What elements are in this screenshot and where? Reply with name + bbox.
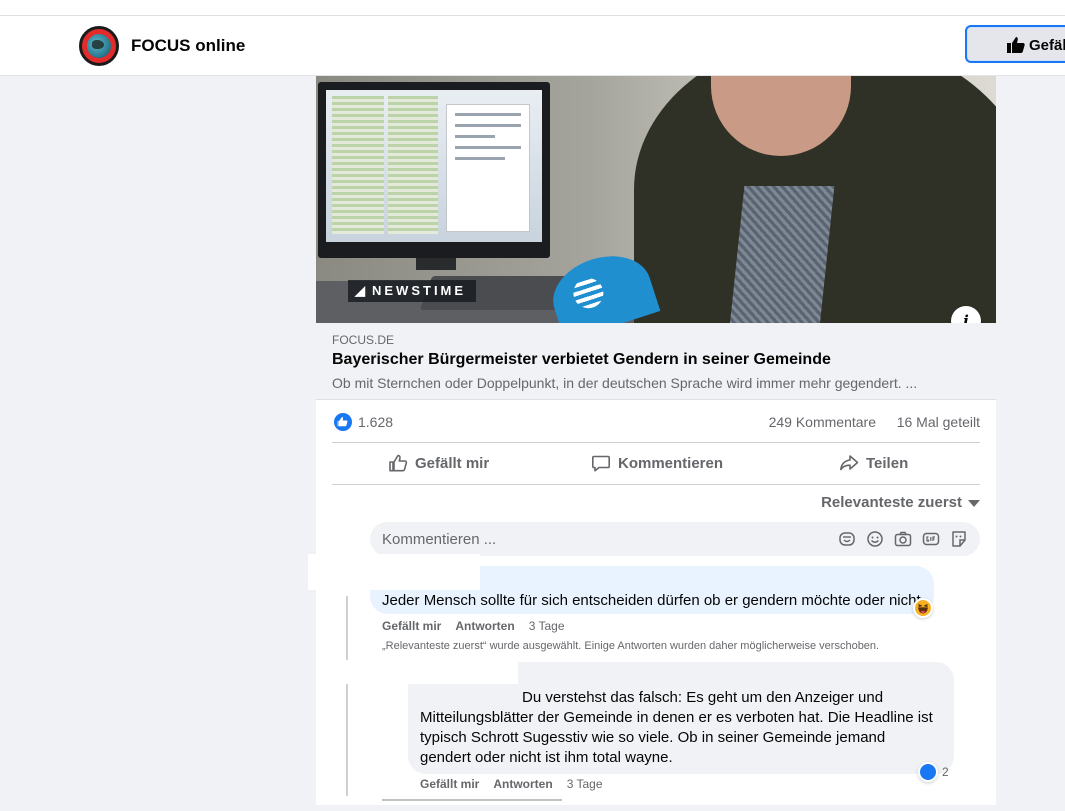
page-like-button[interactable]: Gefäll <box>965 25 1065 63</box>
divider <box>332 442 980 443</box>
reply-meta: Gefällt mir Antworten 3 Tage <box>420 777 603 791</box>
comment-input[interactable] <box>370 522 810 556</box>
newstime-logo: ◢ NEWSTIME <box>348 280 476 302</box>
sticker-icon[interactable] <box>838 530 856 548</box>
comment-meta: Gefällt mir Antworten 3 Tage <box>382 619 565 633</box>
share-arrow-icon <box>840 455 859 471</box>
link-headline[interactable]: Bayerischer Bürgermeister verbietet Gend… <box>332 351 831 369</box>
post-actions: Gefällt mir Kommentieren Teilen <box>332 444 980 484</box>
comment-sort-dropdown[interactable]: Relevanteste zuerst <box>821 494 980 511</box>
link-teaser: Ob mit Sternchen oder Doppelpunkt, in de… <box>332 375 918 391</box>
reply-bubble: Du verstehst das falsch: Es geht um den … <box>346 660 954 782</box>
newstime-mark-icon: ◢ <box>355 283 368 298</box>
avatar-sticker-icon[interactable] <box>950 530 968 548</box>
like-button-label: Gefällt mir <box>415 455 490 472</box>
globe-land <box>92 40 104 49</box>
thumbs-up-outline-icon <box>389 454 408 472</box>
redacted-author <box>346 660 518 684</box>
comment-reply-link[interactable]: Antworten <box>455 619 514 633</box>
reply-text-rest: Mitteilungsblätter der Gemeinde in denen… <box>420 709 933 766</box>
comment-time[interactable]: 3 Tage <box>529 619 565 633</box>
comment-count[interactable]: 249 Kommentare <box>769 414 876 430</box>
like-reaction-icon <box>918 762 938 782</box>
reply-like-link[interactable]: Gefällt mir <box>420 777 479 791</box>
page-name[interactable]: FOCUS online <box>131 36 245 56</box>
reply-text-line1: Du verstehst das falsch: Es geht um den … <box>522 689 884 706</box>
haha-reaction[interactable] <box>913 598 933 618</box>
divider <box>332 484 980 485</box>
comment-composer <box>370 522 980 556</box>
focus-online-avatar[interactable] <box>79 26 119 66</box>
haha-icon <box>915 600 931 616</box>
like-reaction-icon[interactable] <box>334 413 352 431</box>
post-card: ◢ NEWSTIME i FOCUS.DE Bayerischer Bürgerm… <box>308 76 996 805</box>
caret-down-icon <box>968 499 980 507</box>
video-monitor <box>318 82 550 258</box>
share-count[interactable]: 16 Mal geteilt <box>897 414 980 430</box>
post-stats: 1.628 249 Kommentare 16 Mal geteilt <box>332 410 980 434</box>
redacted-author <box>308 554 480 590</box>
comment-text: Jeder Mensch sollte für sich entscheiden… <box>382 592 925 609</box>
camera-icon[interactable] <box>894 530 912 548</box>
link-domain: FOCUS.DE <box>332 333 395 347</box>
reply-reply-link[interactable]: Antworten <box>493 777 552 791</box>
browser-top-strip <box>0 0 1065 16</box>
comment-thread-line <box>346 596 348 796</box>
newstime-logo-text: NEWSTIME <box>372 283 467 298</box>
video-person-shirt <box>727 186 835 323</box>
reply-text: Du verstehst das falsch: Es geht um den … <box>420 688 940 768</box>
gif-icon[interactable] <box>922 530 940 548</box>
emoji-icon[interactable] <box>866 530 884 548</box>
like-count[interactable]: 1.628 <box>358 414 393 430</box>
more-replies-link[interactable] <box>382 799 582 811</box>
comment-like-link[interactable]: Gefällt mir <box>382 619 441 633</box>
share-button-label: Teilen <box>866 455 909 472</box>
reply-time[interactable]: 3 Tage <box>567 777 603 791</box>
composer-icons <box>838 530 972 548</box>
video-monitor-stand <box>416 258 456 270</box>
screen-document <box>446 104 530 232</box>
link-preview[interactable]: FOCUS.DE Bayerischer Bürgermeister verbi… <box>316 323 996 400</box>
post-header: FOCUS online Gefäll <box>0 16 1065 76</box>
screen-column <box>388 96 438 234</box>
sort-label: Relevanteste zuerst <box>821 494 962 511</box>
comment-button-label: Kommentieren <box>618 455 724 472</box>
video-monitor-screen <box>326 90 542 242</box>
thumbs-up-icon <box>1007 37 1025 53</box>
video-thumbnail[interactable]: ◢ NEWSTIME <box>316 76 996 323</box>
comment-bubble-icon <box>592 455 610 472</box>
reply-reaction-count: 2 <box>942 765 949 779</box>
sort-notice: „Relevanteste zuerst“ wurde ausgewählt. … <box>382 640 880 652</box>
comment-bubble: Jeder Mensch sollte für sich entscheiden… <box>308 554 934 618</box>
screen-column <box>332 96 384 234</box>
page-like-label: Gefäll <box>1029 37 1065 54</box>
